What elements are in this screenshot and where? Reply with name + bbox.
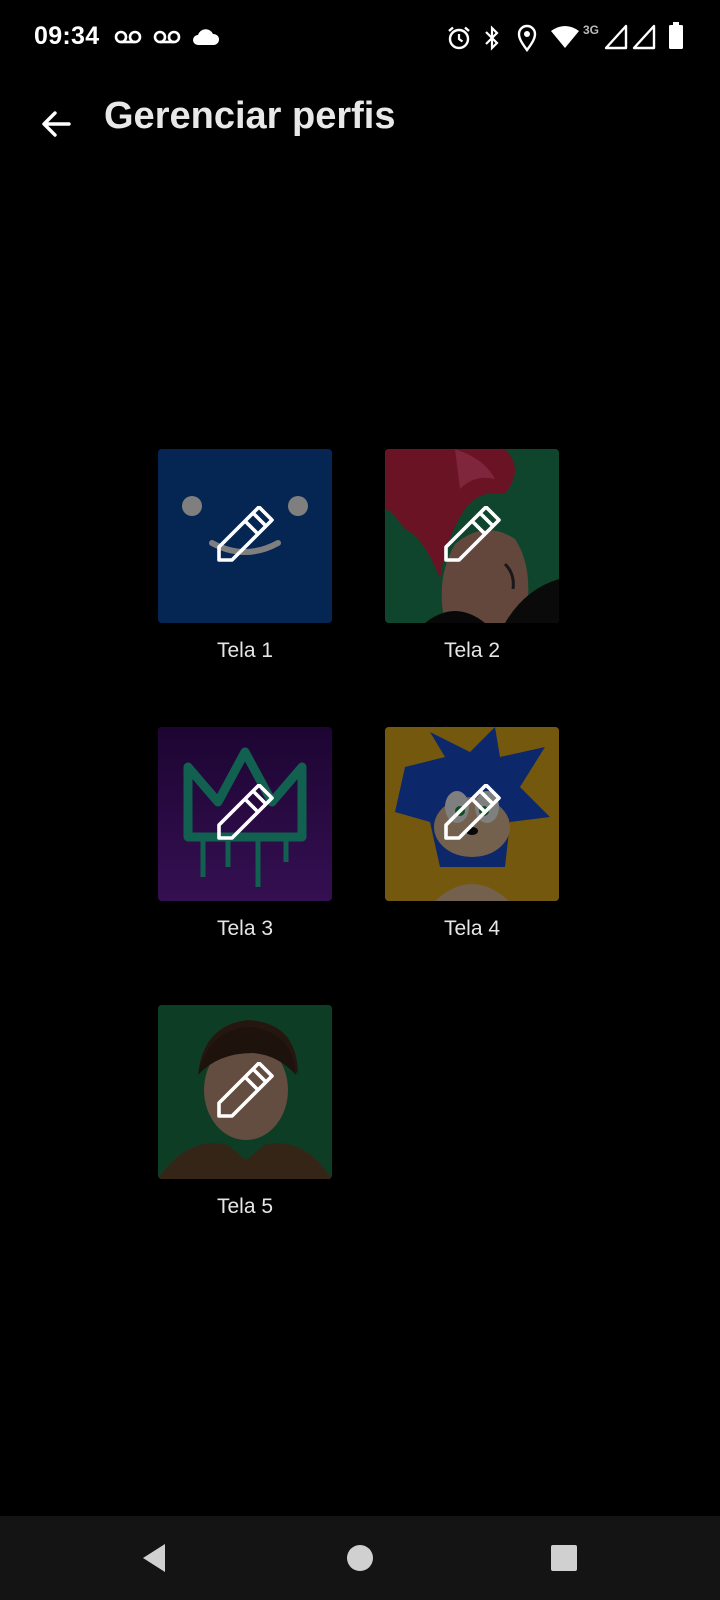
voicemail-icon — [153, 30, 181, 44]
young-man-avatar — [158, 1005, 332, 1179]
nav-recents-button[interactable] — [534, 1528, 594, 1588]
pencil-edit-icon — [217, 784, 274, 840]
back-button[interactable] — [28, 96, 84, 152]
signal-icon — [604, 24, 628, 50]
profile-tela-2[interactable]: Tela 2 — [327, 449, 567, 689]
battery-icon — [669, 22, 683, 49]
page-title: Gerenciar perfis — [104, 95, 396, 137]
voicemail-icon — [114, 30, 142, 44]
pencil-edit-icon — [444, 784, 501, 840]
purple-crown-graffiti-avatar — [158, 727, 332, 901]
nav-back-button[interactable] — [124, 1528, 184, 1588]
alarm-icon — [448, 26, 470, 50]
profile-tela-3[interactable]: Tela 3 — [100, 727, 340, 967]
sonic-avatar — [385, 727, 559, 901]
profile-name: Tela 2 — [443, 639, 501, 662]
arrow-back-icon — [42, 111, 71, 137]
profile-tela-5[interactable]: Tela 5 — [100, 1005, 340, 1245]
wifi-icon — [551, 26, 579, 48]
blue-smiley-avatar — [158, 449, 332, 623]
recents-square-icon — [551, 1545, 577, 1571]
home-circle-icon — [347, 1545, 373, 1571]
profile-tela-1[interactable]: Tela 1 — [100, 449, 340, 689]
status-time: 09:34 — [34, 22, 100, 50]
profile-name: Tela 4 — [443, 917, 501, 940]
nav-home-button[interactable] — [330, 1528, 390, 1588]
pencil-edit-icon — [444, 506, 501, 562]
bluetooth-icon — [485, 25, 499, 51]
cloud-icon — [193, 29, 220, 45]
status-bar: 09:34 3G — [0, 0, 720, 76]
location-icon — [517, 24, 537, 52]
pencil-edit-icon — [217, 1062, 274, 1118]
network-type-label: 3G — [583, 23, 600, 37]
navigation-bar — [0, 1516, 720, 1600]
pencil-edit-icon — [217, 506, 274, 562]
red-hair-character-avatar — [385, 449, 559, 623]
signal-icon — [632, 24, 656, 50]
profile-name: Tela 5 — [216, 1195, 274, 1218]
profile-tela-4[interactable]: Tela 4 — [327, 727, 567, 967]
back-triangle-icon — [143, 1544, 165, 1572]
